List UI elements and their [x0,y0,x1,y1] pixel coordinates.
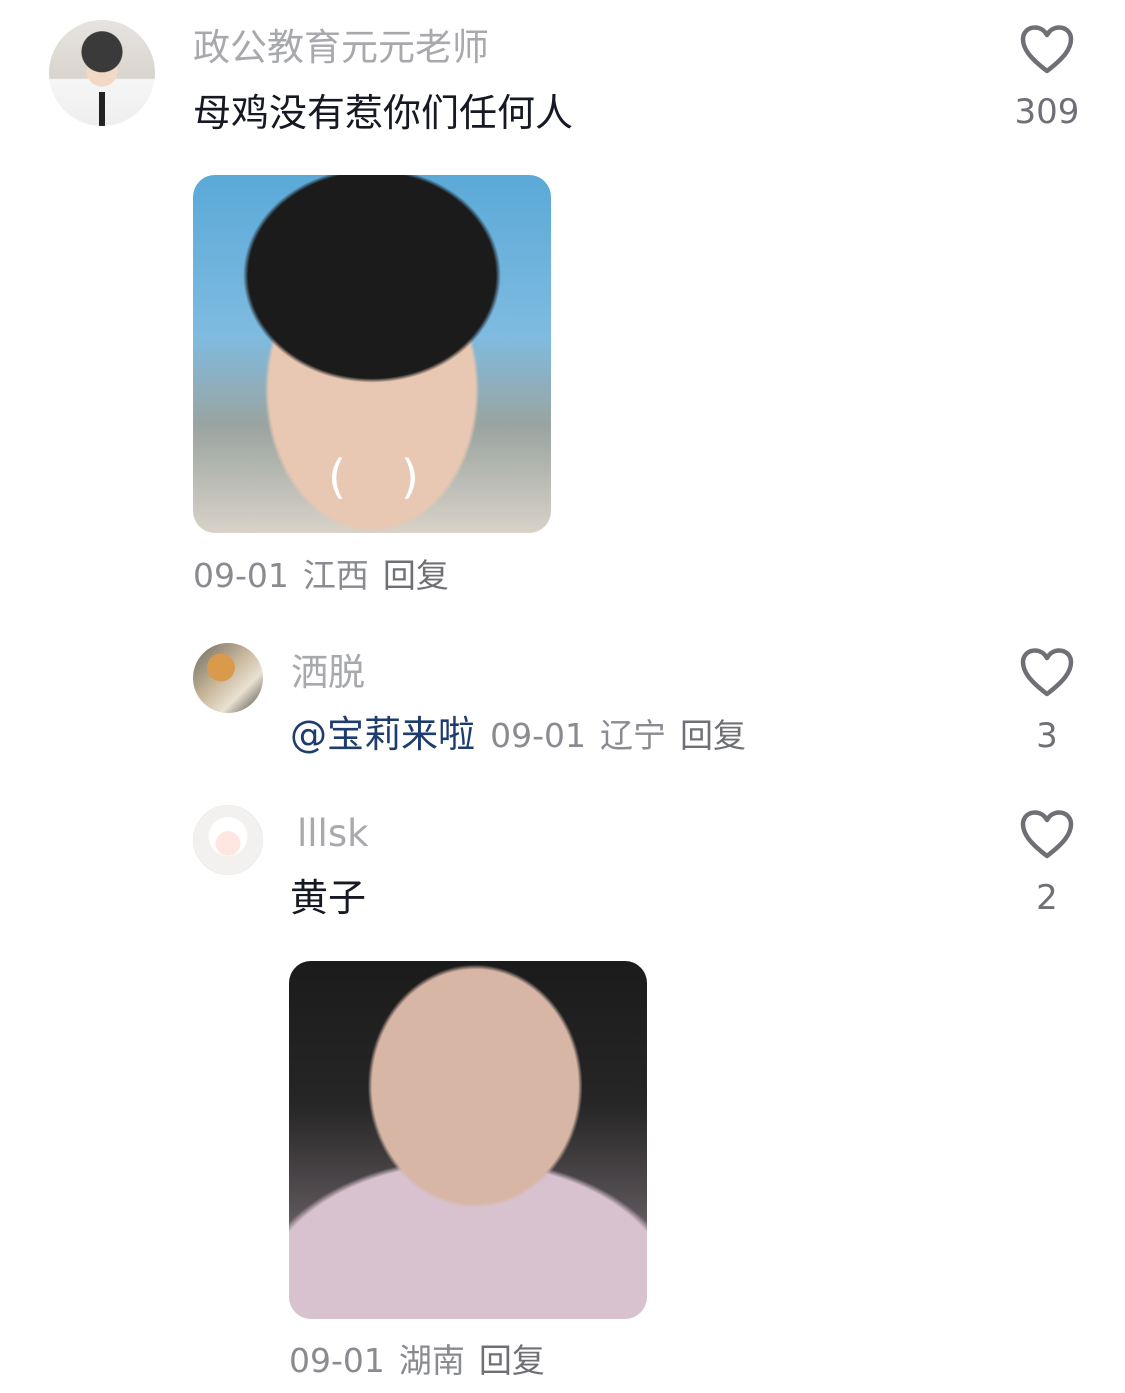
reply-button[interactable]: 回复 [680,716,746,755]
mention-link[interactable]: @宝莉来啦 [290,713,475,756]
heart-outline-icon[interactable] [1020,25,1074,75]
heart-outline-icon[interactable] [1020,648,1074,698]
heart-outline-icon[interactable] [1020,810,1074,860]
reply-content: @宝莉来啦 09-01 辽宁 回复 [290,716,760,753]
reply-button[interactable]: 回复 [479,1341,545,1380]
like-count: 309 [1014,92,1080,132]
reply-username[interactable]: lllsk [297,815,369,852]
like-count: 2 [1036,878,1058,918]
like-count: 3 [1036,716,1058,756]
reply-date: 09-01 [289,1341,385,1380]
reply-meta: 09-01 湖南 回复 [289,1344,559,1377]
image-overlay-text-right: ) [401,450,419,504]
reply-avatar[interactable] [193,805,263,875]
comment-username[interactable]: 政公教育元元老师 [193,29,489,66]
reply-date: 09-01 [490,716,586,755]
reply-text: 黄子 [290,876,367,920]
reply-username[interactable]: 洒脱 [291,654,365,691]
reply-location: 湖南 [398,1341,465,1380]
comment-image[interactable]: ( ) [193,175,551,533]
reply-avatar[interactable] [193,643,263,713]
comment-location: 江西 [302,556,369,595]
image-overlay-text-left: ( [328,450,346,504]
comment-meta: 09-01 江西 回复 [193,559,463,592]
reply-location: 辽宁 [599,716,666,755]
avatar[interactable] [49,20,155,126]
reply-image[interactable] [289,961,647,1319]
avatar-detail [99,92,105,126]
reply-button[interactable]: 回复 [383,556,449,595]
comment-date: 09-01 [193,556,289,595]
comment-text: 母鸡没有惹你们任何人 [193,91,574,135]
